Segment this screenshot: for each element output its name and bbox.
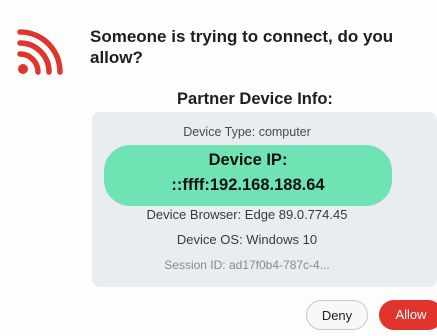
device-os: Device OS: Windows 10 [176,232,318,247]
partner-device-info-title: Partner Device Info: [177,90,333,108]
wifi-icon [17,29,63,75]
device-ip-label: Device IP: [208,151,288,169]
device-browser: Device Browser: Edge 89.0.774.45 [146,207,348,222]
session-id: Session ID: ad17f0b4-787c-4... [164,258,330,272]
allow-button[interactable]: Allow [379,300,437,330]
device-info-card: Device Type: computer Device IP: ::ffff:… [92,112,437,287]
connection-request-dialog: Someone is trying to connect, do you all… [0,0,437,336]
device-ip-highlight: Device IP: ::ffff:192.168.188.64 [104,145,392,206]
device-type: Device Type: computer [183,125,311,139]
deny-button[interactable]: Deny [306,300,368,330]
connection-question: Someone is trying to connect, do you all… [90,27,394,67]
device-ip-value: ::ffff:192.168.188.64 [171,176,325,194]
